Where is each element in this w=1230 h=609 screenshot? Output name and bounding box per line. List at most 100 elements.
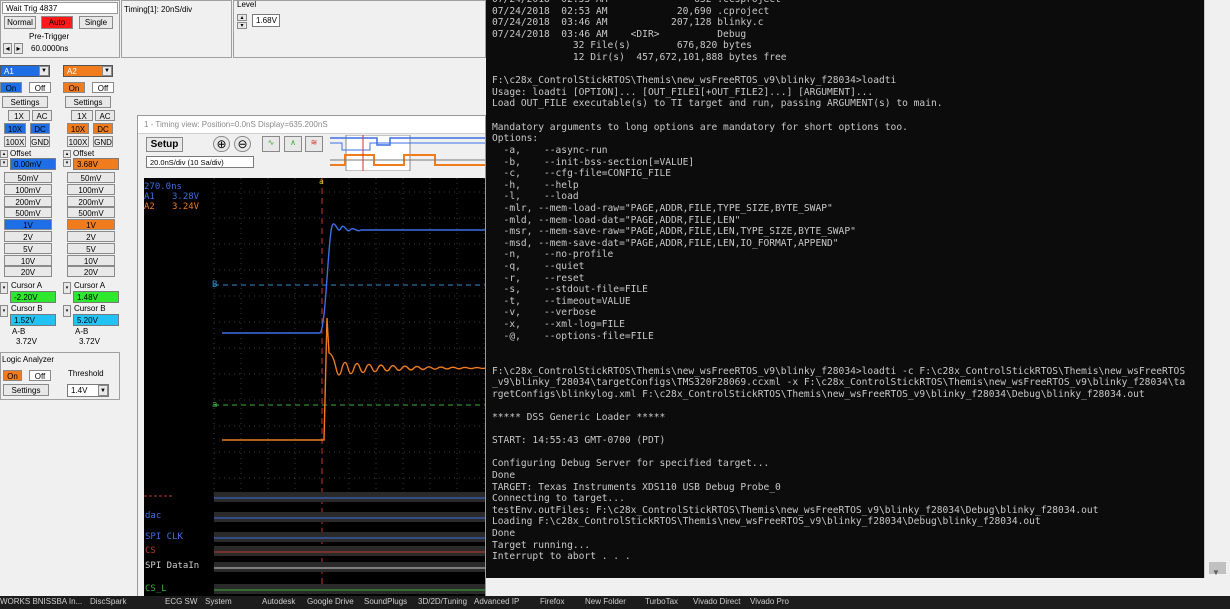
channel-a1-offset-up-arrow[interactable]: ▴ <box>0 150 8 158</box>
console-line: 07/24/2018 03:46 AM 207,128 blinky.c <box>492 17 764 29</box>
level-value-field[interactable]: 1.68V <box>252 14 280 27</box>
channel-a2-coupling-100x[interactable]: 100X <box>67 136 89 147</box>
channel-a2-range-20v[interactable]: 20V <box>67 266 115 278</box>
zoom-out-icon[interactable]: ⊖ <box>234 136 251 152</box>
channel-a2-offset-down-arrow[interactable]: ▾ <box>63 159 71 167</box>
channel-a2-cursor-a-value[interactable]: 1.48V <box>73 291 119 303</box>
channel-a2-dropdown-icon[interactable]: ▼ <box>102 66 112 76</box>
channel-a1-range-5v[interactable]: 5V <box>4 242 52 254</box>
channel-a1-coupling-dc[interactable]: DC <box>30 123 50 134</box>
waveform-display[interactable]: 270.0ns A1 3.28V A2 3.24V B a a dac SPI … <box>144 177 485 596</box>
channel-a2-coupling-gnd[interactable]: GND <box>93 136 113 147</box>
channel-a1-range-2v[interactable]: 2V <box>4 231 52 242</box>
channel-a1-range-10v[interactable]: 10V <box>4 254 52 266</box>
console-line: Target running... <box>492 539 591 551</box>
channel-a1-range-500mv[interactable]: 500mV <box>4 207 52 219</box>
taskbar-item[interactable]: TurboTax <box>645 597 678 606</box>
logic-analyzer-off-button[interactable]: Off <box>29 370 51 381</box>
channel-a1-range-50mv[interactable]: 50mV <box>4 172 52 183</box>
command-console[interactable]: 07/24/2018 02:53 AM 632 .ccsproject07/24… <box>486 0 1204 578</box>
channel-a1-cursor-b-arrow[interactable]: ▾ <box>0 305 8 317</box>
logic-analyzer-settings-button[interactable]: Settings <box>3 384 49 396</box>
channel-a1-dropdown-icon[interactable]: ▼ <box>39 66 49 76</box>
channel-a2-range-1v[interactable]: 1V <box>67 219 115 231</box>
channel-a2-coupling-dc[interactable]: DC <box>93 123 113 134</box>
channel-a2-range-200mv[interactable]: 200mV <box>67 195 115 207</box>
scroll-down-icon[interactable]: ▼ <box>1212 568 1220 577</box>
channel-a2-cursor-b-value[interactable]: 5.20V <box>73 314 119 326</box>
channel-a1-coupling-gnd[interactable]: GND <box>30 136 50 147</box>
setup-button[interactable]: Setup <box>146 137 183 152</box>
timing-panel: Timing[1]: 20nS/div <box>121 0 232 58</box>
trigger-normal-button[interactable]: Normal <box>4 16 36 29</box>
pretrigger-right-arrow[interactable]: ▸ <box>14 43 23 54</box>
channel-a2-range-10v[interactable]: 10V <box>67 254 115 266</box>
channel-a2-off-button[interactable]: Off <box>92 82 114 93</box>
taskbar-item[interactable]: New Folder <box>585 597 626 606</box>
taskbar-item[interactable]: SoundPlugs <box>364 597 407 606</box>
level-up-arrow[interactable]: ▴ <box>237 14 247 21</box>
channel-a1-offset-down-arrow[interactable]: ▾ <box>0 159 8 167</box>
channel-a2-range-500mv[interactable]: 500mV <box>67 207 115 219</box>
console-line: -h, --help <box>492 179 579 191</box>
taskbar-item[interactable]: Firefox <box>540 597 564 606</box>
channel-a1-cursor-a-arrow[interactable]: ▾ <box>0 282 8 294</box>
channel-a2-coupling-ac[interactable]: AC <box>95 110 115 121</box>
taskbar-item[interactable]: Advanced IP <box>474 597 519 606</box>
readout-a2-label: A2 <box>144 202 155 212</box>
pretrigger-left-arrow[interactable]: ◂ <box>3 43 12 54</box>
channel-a2-coupling-10x[interactable]: 10X <box>67 123 89 134</box>
channel-a1-range-100mv[interactable]: 100mV <box>4 183 52 195</box>
channel-a1-coupling-100x[interactable]: 100X <box>4 136 26 147</box>
trigger-single-button[interactable]: Single <box>79 16 113 29</box>
channel-a2-range-100mv[interactable]: 100mV <box>67 183 115 195</box>
channel-a2-offset-up-arrow[interactable]: ▴ <box>63 150 71 158</box>
channel-a2-offset-value[interactable]: 3.68V <box>73 158 119 170</box>
zoom-in-icon[interactable]: ⊕ <box>213 136 230 152</box>
channel-a2-cursor-b-arrow[interactable]: ▾ <box>63 305 71 317</box>
overview-strip[interactable] <box>330 135 486 171</box>
channel-a1-on-button[interactable]: On <box>0 82 22 93</box>
channel-a1-off-button[interactable]: Off <box>29 82 51 93</box>
cursor-a-marker[interactable]: a <box>319 177 324 186</box>
channel-a1-coupling-10x[interactable]: 10X <box>4 123 26 134</box>
console-scrollbar[interactable]: ▼ <box>1204 0 1230 578</box>
cursor-b-marker[interactable]: B <box>212 280 217 290</box>
channel-a1-cursor-a-value[interactable]: -2.20V <box>10 291 56 303</box>
channel-a1-cursor-b-value[interactable]: 1.52V <box>10 314 56 326</box>
timebase-field: 20.0nS/div (10 Sa/div) <box>146 156 254 168</box>
taskbar-item[interactable]: 3D/2D/Tuning <box>418 597 467 606</box>
channel-a1-settings-button[interactable]: Settings <box>2 96 48 108</box>
taskbar-item[interactable]: DiscSpark <box>90 597 126 606</box>
channel-a2-range-2v[interactable]: 2V <box>67 231 115 242</box>
channel-a2-cursor-a-arrow[interactable]: ▾ <box>63 282 71 294</box>
channel-a1-range-1v[interactable]: 1V <box>4 219 52 231</box>
taskbar-item[interactable]: Vivado Direct <box>693 597 740 606</box>
taskbar-item[interactable]: ECG SW <box>165 597 197 606</box>
console-line: -n, --no-profile <box>492 249 614 261</box>
channel-a2-coupling-1x[interactable]: 1X <box>71 110 93 121</box>
taskbar-item[interactable]: Google Drive <box>307 597 354 606</box>
xy-view-icon[interactable]: ≋ <box>305 136 323 152</box>
channel-a1-range-20v[interactable]: 20V <box>4 266 52 278</box>
taskbar-item[interactable]: WORKS BNISSBA In... <box>0 597 82 606</box>
cursor-a-level-marker[interactable]: a <box>212 400 217 410</box>
channel-a2-range-5v[interactable]: 5V <box>67 242 115 254</box>
waveform-view-icon[interactable]: ∿ <box>262 136 280 152</box>
channel-a1-offset-value[interactable]: 0.00mV <box>10 158 56 170</box>
logic-analyzer-on-button[interactable]: On <box>3 370 22 381</box>
fft-view-icon[interactable]: ∧ <box>284 136 302 152</box>
channel-a1-range-200mv[interactable]: 200mV <box>4 195 52 207</box>
taskbar-item[interactable]: System <box>205 597 232 606</box>
console-line: 12 Dir(s) 457,672,101,888 bytes free <box>492 52 787 64</box>
channel-a2-settings-button[interactable]: Settings <box>65 96 111 108</box>
level-down-arrow[interactable]: ▾ <box>237 22 247 29</box>
taskbar-item[interactable]: Vivado Pro <box>750 597 789 606</box>
taskbar-item[interactable]: Autodesk <box>262 597 295 606</box>
channel-a2-range-50mv[interactable]: 50mV <box>67 172 115 183</box>
channel-a1-coupling-ac[interactable]: AC <box>32 110 52 121</box>
channel-a1-coupling-1x[interactable]: 1X <box>8 110 30 121</box>
trigger-auto-button[interactable]: Auto <box>41 16 73 29</box>
threshold-dropdown-icon[interactable]: ▼ <box>98 385 108 396</box>
channel-a2-on-button[interactable]: On <box>63 82 85 93</box>
